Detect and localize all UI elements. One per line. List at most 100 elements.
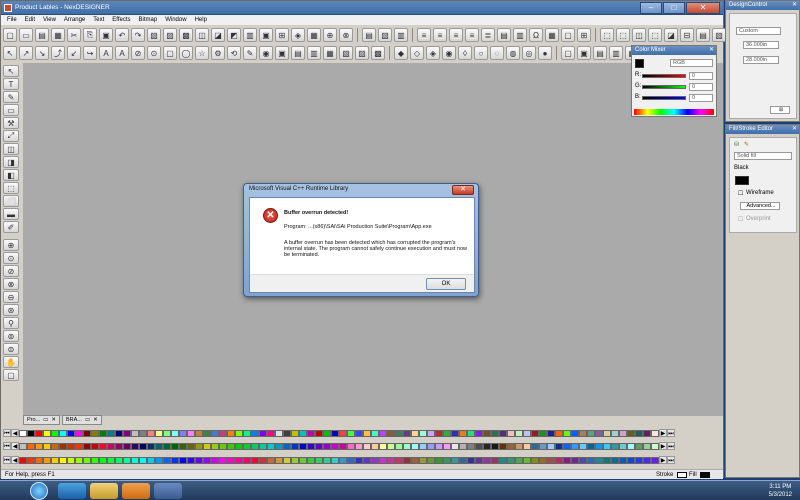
channel-b-slider[interactable]	[642, 96, 686, 100]
toolbar-button-icon[interactable]: ⊞	[275, 28, 289, 42]
toolbar-button-icon[interactable]: ≣	[481, 28, 495, 42]
palette-swatch[interactable]	[419, 456, 427, 464]
tool-icon[interactable]: ⤢	[3, 130, 19, 142]
palette-swatch[interactable]	[555, 456, 563, 464]
palette-swatch[interactable]	[155, 442, 163, 450]
toolbar-button-icon[interactable]: ▢	[561, 46, 575, 60]
palette-swatch[interactable]	[595, 442, 603, 450]
palette-swatch[interactable]	[259, 456, 267, 464]
toolbar-button-icon[interactable]: ▩	[371, 46, 385, 60]
palette-swatch[interactable]	[283, 429, 291, 437]
toolbar-button-icon[interactable]: ↷	[131, 28, 145, 42]
palette-swatch[interactable]	[251, 429, 259, 437]
tool-icon[interactable]: ✐	[3, 221, 19, 233]
palette-swatch[interactable]	[227, 442, 235, 450]
orientation-icon[interactable]: ⊠	[770, 106, 790, 114]
tool-icon[interactable]: ⊕	[3, 239, 19, 251]
fill-swatch[interactable]	[700, 472, 710, 478]
palette-swatch[interactable]	[539, 442, 547, 450]
doc-tab-product[interactable]: Pro... ▭ ✕	[23, 415, 60, 425]
palette-swatch[interactable]	[363, 456, 371, 464]
toolbar-button-icon[interactable]: ✂	[67, 28, 81, 42]
palette-swatch[interactable]	[115, 442, 123, 450]
toolbar-button-icon[interactable]: ▢	[561, 28, 575, 42]
palette-swatch[interactable]	[587, 429, 595, 437]
toolbar-button-icon[interactable]: ⊞	[577, 28, 591, 42]
tool-icon[interactable]: ⊚	[3, 330, 19, 342]
palette-swatch[interactable]	[203, 442, 211, 450]
menu-window[interactable]: Window	[165, 15, 186, 25]
palette-swatch[interactable]	[451, 429, 459, 437]
palette-swatch[interactable]	[371, 456, 379, 464]
palette-swatch[interactable]	[275, 456, 283, 464]
toolbar-button-icon[interactable]: ▥	[243, 28, 257, 42]
toolbar-button-icon[interactable]: ○	[474, 46, 488, 60]
channel-g-value[interactable]: 0	[689, 83, 713, 91]
menu-help[interactable]: Help	[195, 15, 207, 25]
palette-swatch[interactable]	[163, 429, 171, 437]
palette-swatch[interactable]	[59, 442, 67, 450]
palette-swatch[interactable]	[27, 456, 35, 464]
palette-swatch[interactable]	[235, 456, 243, 464]
tool-icon[interactable]: ⊗	[3, 278, 19, 290]
palette-swatch[interactable]	[459, 429, 467, 437]
toolbar-button-icon[interactable]: ▣	[275, 46, 289, 60]
palette-swatch[interactable]	[123, 442, 131, 450]
tool-icon[interactable]: ⊜	[3, 343, 19, 355]
palette-swatch[interactable]	[323, 429, 331, 437]
palette-swatch[interactable]	[195, 429, 203, 437]
toolbar-button-icon[interactable]: ⎘	[83, 28, 97, 42]
toolbar-button-icon[interactable]: ⤴	[51, 46, 65, 60]
channel-r-value[interactable]: 0	[689, 72, 713, 80]
toolbar-button-icon[interactable]: ⬚	[648, 28, 662, 42]
palette-swatch[interactable]	[171, 442, 179, 450]
palette-swatch[interactable]	[283, 442, 291, 450]
palette-swatch[interactable]	[203, 456, 211, 464]
palette-swatch[interactable]	[283, 456, 291, 464]
restore-icon[interactable]: ▭	[85, 416, 90, 424]
palette-swatch[interactable]	[99, 456, 107, 464]
palette-swatch[interactable]	[131, 456, 139, 464]
palette-swatch[interactable]	[179, 456, 187, 464]
palette-swatch[interactable]	[443, 429, 451, 437]
palette-swatch[interactable]	[331, 456, 339, 464]
palette-swatch[interactable]	[211, 456, 219, 464]
fill-color-swatch[interactable]	[735, 176, 749, 185]
palette-swatch[interactable]	[459, 456, 467, 464]
palette-swatch[interactable]	[571, 442, 579, 450]
palette-swatch[interactable]	[651, 429, 659, 437]
fill-type-select[interactable]: Solid fill	[734, 152, 792, 160]
toolbar-button-icon[interactable]: ⊟	[680, 28, 694, 42]
palette-swatch[interactable]	[187, 429, 195, 437]
palette-swatch[interactable]	[91, 442, 99, 450]
tool-icon[interactable]: ⚒	[3, 117, 19, 129]
palette-swatch[interactable]	[563, 456, 571, 464]
palette-swatch[interactable]	[123, 456, 131, 464]
palette-swatch[interactable]	[203, 429, 211, 437]
toolbar-button-icon[interactable]: ✎	[243, 46, 257, 60]
palette-swatch[interactable]	[651, 442, 659, 450]
toolbar-button-icon[interactable]: ▣	[99, 28, 113, 42]
palette-swatch[interactable]	[435, 429, 443, 437]
palette-swatch[interactable]	[307, 456, 315, 464]
palette-swatch[interactable]	[131, 442, 139, 450]
toolbar-button-icon[interactable]: ▧	[712, 28, 726, 42]
tool-icon[interactable]: ⬚	[3, 182, 19, 194]
palette-swatch[interactable]	[523, 456, 531, 464]
palette-swatch[interactable]	[379, 456, 387, 464]
palette-swatch[interactable]	[83, 442, 91, 450]
palette-swatch[interactable]	[387, 442, 395, 450]
palette-swatch[interactable]	[547, 429, 555, 437]
ok-button[interactable]: OK	[426, 278, 466, 290]
palette-swatch[interactable]	[619, 456, 627, 464]
toolbar-button-icon[interactable]: ↘	[35, 46, 49, 60]
palette-swatch[interactable]	[627, 456, 635, 464]
palette-swatch[interactable]	[539, 429, 547, 437]
palette-swatch[interactable]	[19, 456, 27, 464]
palette-swatch[interactable]	[147, 429, 155, 437]
palette-swatch[interactable]	[139, 442, 147, 450]
panel-title-bar[interactable]: DesignControl ✕	[726, 1, 799, 10]
palette-swatch[interactable]	[35, 456, 43, 464]
toolbar-button-icon[interactable]: ▧	[147, 28, 161, 42]
palette-swatch[interactable]	[179, 429, 187, 437]
